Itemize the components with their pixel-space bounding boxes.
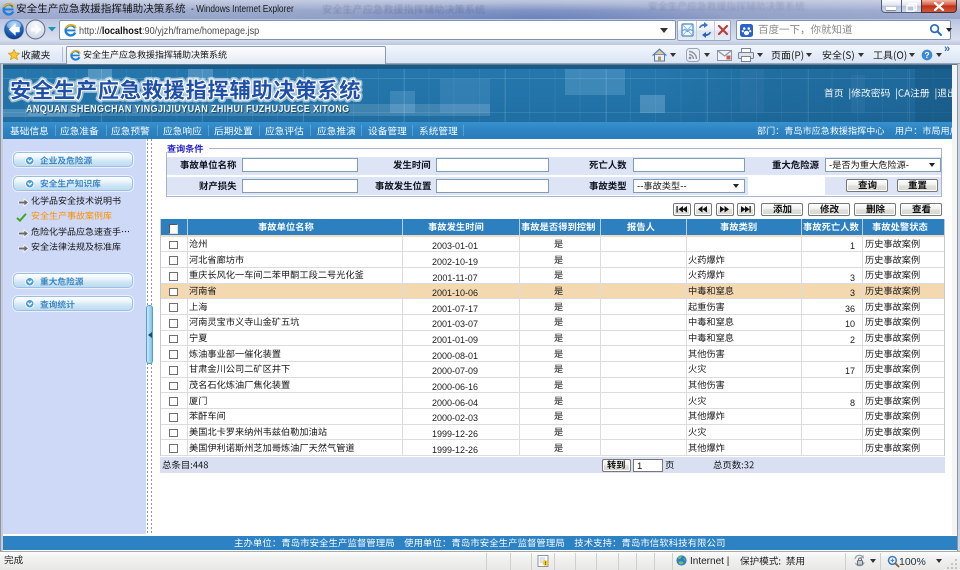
svg-text:?: ? bbox=[924, 50, 929, 60]
